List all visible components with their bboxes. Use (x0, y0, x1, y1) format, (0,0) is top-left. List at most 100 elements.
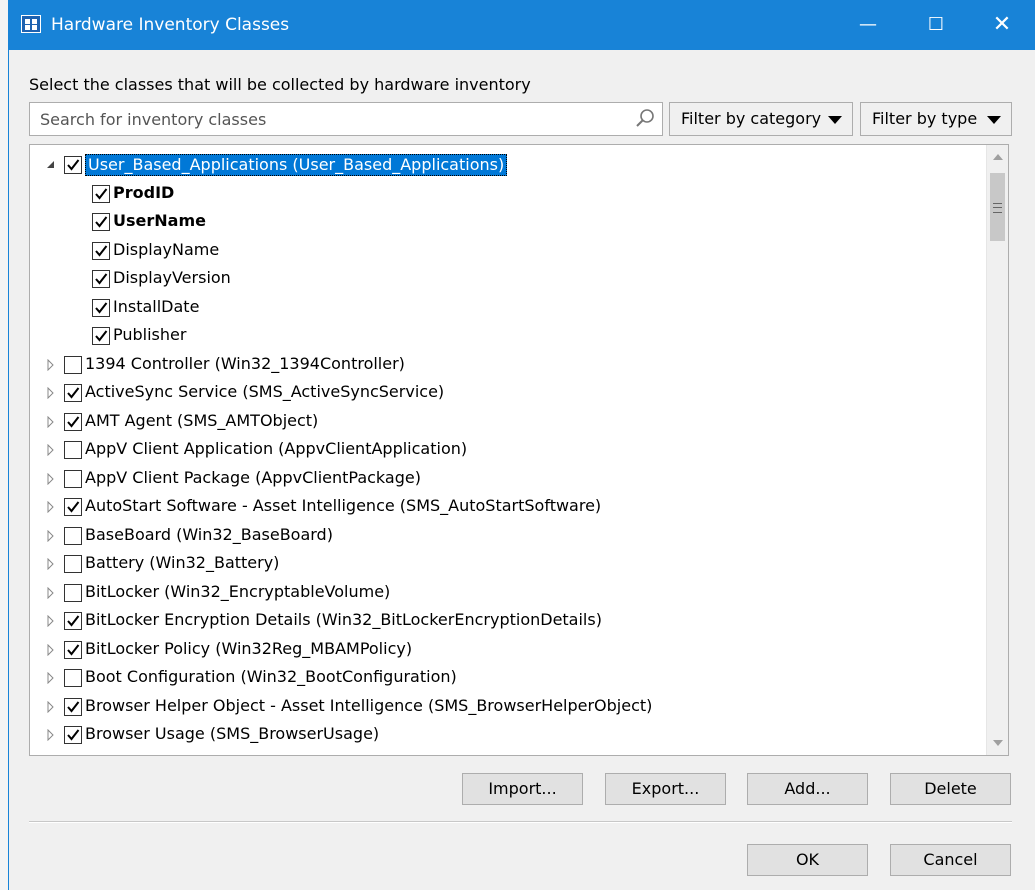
tree-class-row[interactable]: AutoStart Software - Asset Intelligence … (30, 493, 985, 522)
tree-class-row[interactable]: AppV Client Application (AppvClientAppli… (30, 436, 985, 465)
checkmark-icon (95, 187, 108, 200)
tree-class-row[interactable]: Browser Helper Object - Asset Intelligen… (30, 693, 985, 722)
triangle-collapsed-icon[interactable] (46, 415, 56, 428)
checkbox-checked[interactable] (92, 213, 110, 231)
cancel-button[interactable]: Cancel (890, 844, 1011, 876)
tree-class-row[interactable]: Battery (Win32_Battery) (30, 550, 985, 579)
search-icon[interactable] (634, 108, 656, 130)
filter-by-type-button[interactable]: Filter by type (860, 102, 1012, 136)
tree-item-label: User_Based_Applications (User_Based_Appl… (85, 154, 508, 176)
import-button[interactable]: Import... (462, 773, 583, 805)
triangle-collapsed-icon[interactable] (46, 444, 56, 456)
tree-item-label: BaseBoard (Win32_BaseBoard) (85, 524, 333, 544)
search-input[interactable] (38, 103, 632, 135)
maximize-button[interactable]: ☐ (913, 0, 959, 50)
checkmark-icon (95, 216, 108, 228)
scroll-thumb[interactable] (990, 173, 1005, 241)
checkbox-checked[interactable] (64, 640, 82, 659)
checkbox-unchecked[interactable] (64, 526, 82, 545)
triangle-collapsed-icon[interactable] (46, 558, 56, 570)
checkbox-checked[interactable] (92, 270, 110, 288)
checkbox-checked[interactable] (64, 498, 82, 516)
checkbox-checked[interactable] (64, 697, 82, 716)
scroll-up-arrow-icon[interactable] (993, 154, 1003, 160)
delete-button[interactable]: Delete (890, 773, 1011, 805)
checkmark-icon (95, 301, 108, 314)
tree-item-label: BitLocker (Win32_EncryptableVolume) (85, 581, 391, 601)
tree-item-label: DisplayName (113, 239, 220, 259)
vertical-scrollbar[interactable] (986, 145, 1008, 755)
checkbox-checked[interactable] (64, 412, 82, 431)
checkmark-icon (67, 415, 80, 428)
triangle-collapsed-icon[interactable] (46, 472, 56, 485)
tree-class-row[interactable]: AMT Agent (SMS_AMTObject) (30, 408, 985, 437)
triangle-collapsed-icon[interactable] (46, 529, 56, 542)
checkbox-unchecked[interactable] (64, 441, 82, 459)
checkbox-checked[interactable] (64, 612, 82, 630)
tree-class-row[interactable]: AppV Client Package (AppvClientPackage) (30, 465, 985, 494)
tree-item-label: Battery (Win32_Battery) (85, 553, 280, 572)
tree-property-row[interactable]: InstallDate (30, 294, 985, 323)
filter-by-category-button[interactable]: Filter by category (669, 102, 853, 136)
triangle-collapsed-icon[interactable] (46, 643, 56, 656)
checkbox-checked[interactable] (92, 298, 110, 317)
triangle-collapsed-icon[interactable] (46, 672, 56, 684)
triangle-collapsed-icon[interactable] (46, 729, 56, 741)
tree-property-row[interactable]: DisplayVersion (30, 265, 985, 294)
triangle-collapsed-icon[interactable] (46, 387, 56, 399)
tree-class-row[interactable]: User_Based_Applications (User_Based_Appl… (30, 151, 985, 180)
tree-item-label: BitLocker Encryption Details (Win32_BitL… (85, 610, 602, 629)
window-title: Hardware Inventory Classes (51, 15, 290, 35)
checkbox-checked[interactable] (92, 241, 110, 260)
triangle-expanded-icon[interactable] (46, 159, 56, 171)
checkbox-checked[interactable] (64, 384, 82, 402)
tree-property-row[interactable]: ProdID (30, 180, 985, 209)
tree-list: User_Based_Applications (User_Based_Appl… (30, 151, 985, 750)
export-button[interactable]: Export... (605, 773, 726, 805)
checkbox-unchecked[interactable] (64, 583, 82, 602)
tree-class-row[interactable]: BitLocker (Win32_EncryptableVolume) (30, 579, 985, 608)
tree-item-label: ActiveSync Service (SMS_ActiveSyncServic… (85, 382, 445, 401)
tree-class-row[interactable]: BitLocker Encryption Details (Win32_BitL… (30, 607, 985, 636)
checkbox-checked[interactable] (92, 327, 110, 345)
checkmark-icon (95, 330, 108, 342)
tree-class-row[interactable]: BitLocker Policy (Win32Reg_MBAMPolicy) (30, 636, 985, 665)
add-button[interactable]: Add... (747, 773, 868, 805)
close-button[interactable]: ✕ (979, 0, 1025, 50)
checkbox-unchecked[interactable] (64, 555, 82, 573)
tree-class-row[interactable]: BaseBoard (Win32_BaseBoard) (30, 522, 985, 551)
tree-item-label: 1394 Controller (Win32_1394Controller) (85, 353, 405, 373)
checkbox-unchecked[interactable] (64, 469, 82, 488)
filter-by-type-label: Filter by type (872, 109, 978, 128)
search-box[interactable] (29, 102, 663, 136)
tree-class-row[interactable]: Browser Usage (SMS_BrowserUsage) (30, 721, 985, 750)
checkbox-checked[interactable] (64, 726, 82, 744)
checkmark-icon (67, 643, 80, 656)
scroll-down-arrow-icon[interactable] (993, 740, 1003, 746)
tree-property-row[interactable]: Publisher (30, 322, 985, 351)
inventory-class-tree[interactable]: User_Based_Applications (User_Based_Appl… (29, 144, 1009, 756)
triangle-collapsed-icon[interactable] (46, 586, 56, 599)
tree-item-label: AppV Client Application (AppvClientAppli… (85, 439, 468, 458)
tree-property-row[interactable]: DisplayName (30, 237, 985, 266)
tree-property-row[interactable]: UserName (30, 208, 985, 237)
checkbox-checked[interactable] (64, 156, 82, 174)
tree-item-label: BitLocker Policy (Win32Reg_MBAMPolicy) (85, 638, 413, 658)
tree-class-row[interactable]: ActiveSync Service (SMS_ActiveSyncServic… (30, 379, 985, 408)
title-bar[interactable]: Hardware Inventory Classes — ☐ ✕ (9, 0, 1035, 50)
ok-button[interactable]: OK (747, 844, 868, 876)
tree-class-row[interactable]: Boot Configuration (Win32_BootConfigurat… (30, 664, 985, 693)
tree-item-label: DisplayVersion (113, 268, 231, 287)
checkbox-checked[interactable] (92, 184, 110, 203)
app-icon (21, 15, 41, 33)
checkmark-icon (67, 700, 80, 713)
tree-class-row[interactable]: 1394 Controller (Win32_1394Controller) (30, 351, 985, 380)
triangle-collapsed-icon[interactable] (46, 700, 56, 713)
checkbox-unchecked[interactable] (64, 355, 82, 374)
triangle-collapsed-icon[interactable] (46, 501, 56, 513)
checkbox-unchecked[interactable] (64, 669, 82, 687)
minimize-button[interactable]: — (845, 0, 891, 50)
triangle-collapsed-icon[interactable] (46, 615, 56, 627)
triangle-collapsed-icon[interactable] (46, 358, 56, 371)
hardware-inventory-dialog: Hardware Inventory Classes — ☐ ✕ Select … (8, 0, 1035, 890)
